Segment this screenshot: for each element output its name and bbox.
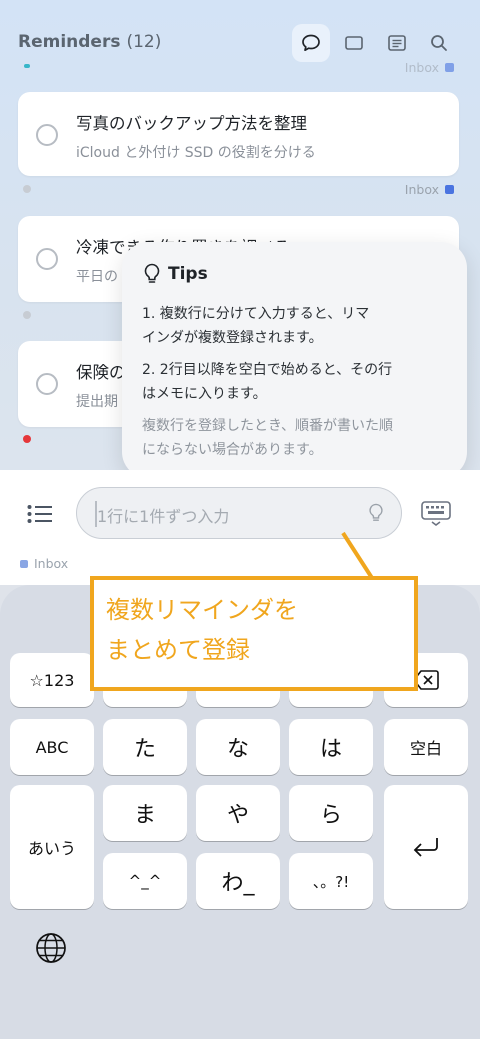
key-space[interactable]: 空白 [384,719,468,775]
callout-line1: 複数リマインダを [106,596,298,624]
callout-line2: まとめて登録 [106,636,250,664]
globe-key[interactable] [34,931,68,969]
key-ma[interactable]: ま [103,785,187,841]
key-ha[interactable]: は [289,719,373,775]
key-wa[interactable]: わ_ [196,853,280,909]
key-punctuation[interactable]: 、。?! [289,853,373,909]
key-numbers[interactable]: ☆123 [10,653,94,707]
feature-callout: 複数リマインダを まとめて登録 [90,576,418,691]
key-kana[interactable]: あいう [10,785,94,909]
key-ra[interactable]: ら [289,785,373,841]
key-kaomoji[interactable]: ^_^ [103,853,187,909]
return-icon [413,838,438,857]
key-return[interactable] [384,785,468,909]
key-ta[interactable]: た [103,719,187,775]
globe-icon [36,933,66,963]
key-ya[interactable]: や [196,785,280,841]
key-abc[interactable]: ABC [10,719,94,775]
key-na[interactable]: な [196,719,280,775]
